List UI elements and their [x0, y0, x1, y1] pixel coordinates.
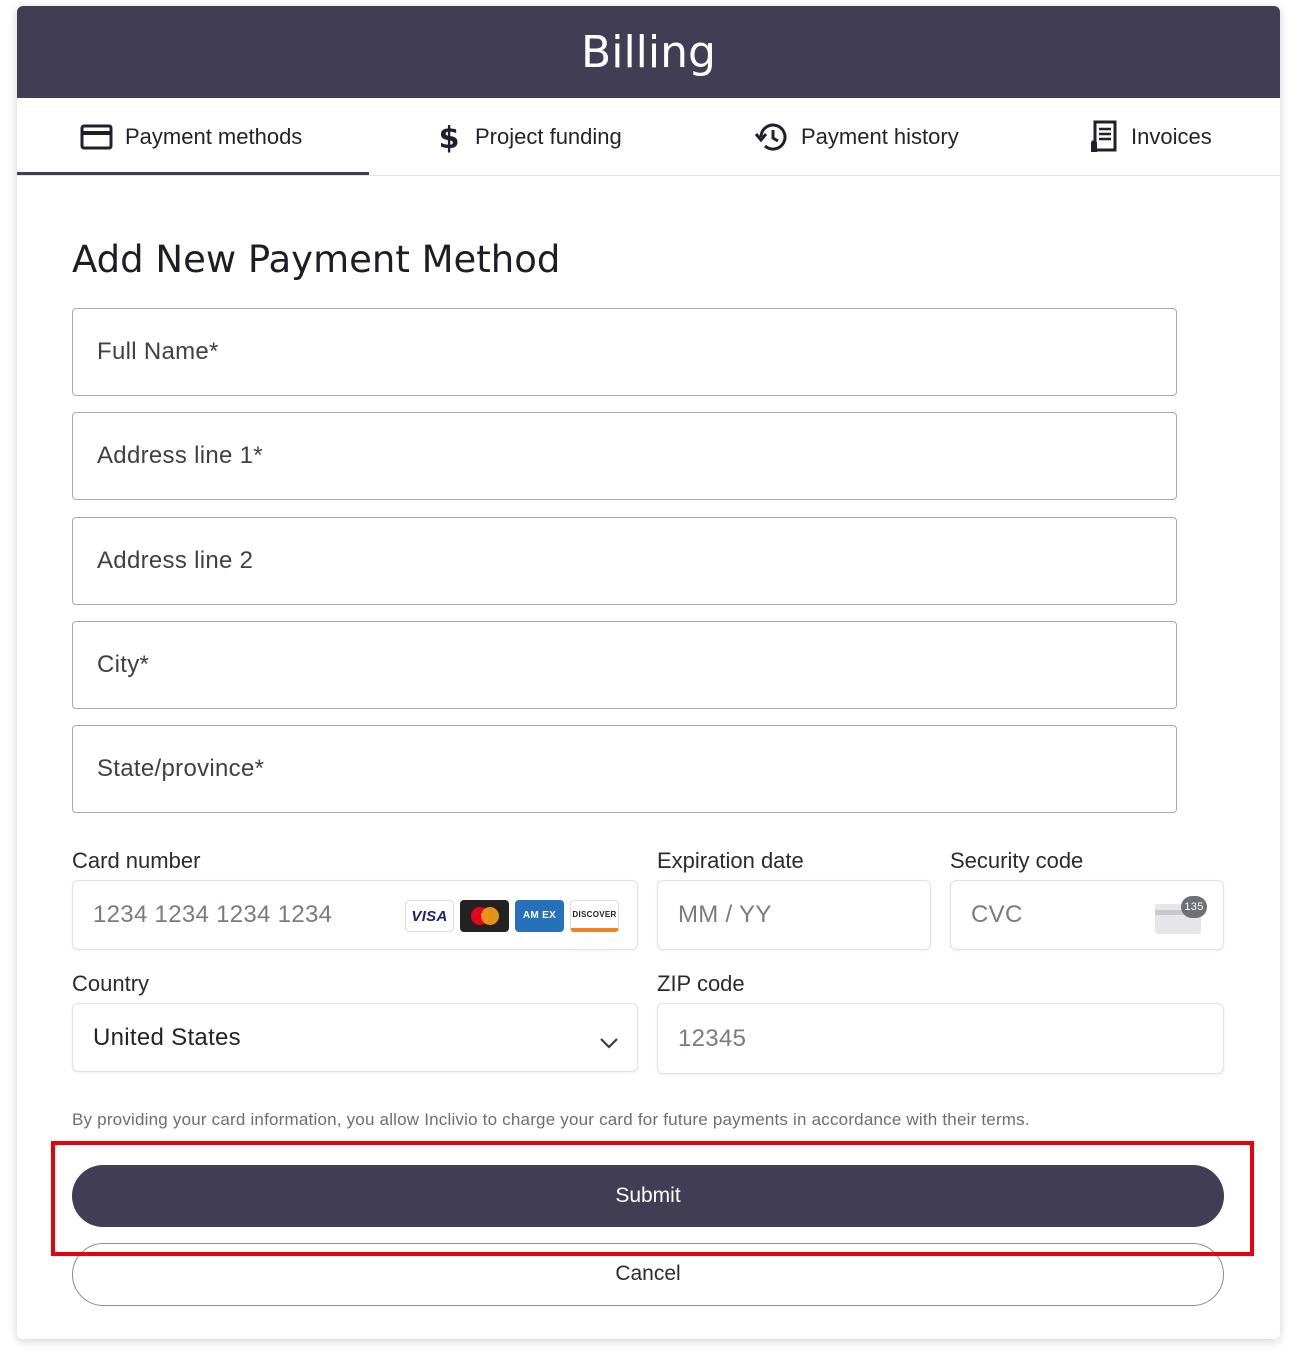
card-number-label: Card number	[72, 848, 201, 873]
zip-code-label: ZIP code	[657, 971, 745, 996]
tab-payment-history[interactable]: Payment history	[753, 98, 959, 175]
expiration-date-label: Expiration date	[657, 848, 804, 873]
page-title: Billing	[581, 26, 716, 78]
state-province-placeholder: State/province*	[97, 755, 265, 782]
svg-text:$: $	[439, 121, 460, 154]
city-field[interactable]: City*	[72, 621, 1177, 709]
full-name-field[interactable]: Full Name*	[72, 308, 1177, 396]
submit-button[interactable]: Submit	[72, 1165, 1224, 1227]
dollar-icon: $	[435, 120, 463, 154]
cvc-card-icon: 135	[1155, 896, 1207, 934]
card-disclaimer: By providing your card information, you …	[72, 1110, 1030, 1129]
cvc-placeholder: CVC	[971, 901, 1023, 928]
country-select[interactable]: United States	[72, 1003, 638, 1072]
address-line1-field[interactable]: Address line 1*	[72, 412, 1177, 500]
tab-invoices[interactable]: Invoices	[1089, 98, 1212, 175]
visa-logo: VISA	[405, 900, 454, 932]
mastercard-logo	[460, 900, 509, 932]
billing-panel: Billing Payment methods $ Project fundin…	[17, 6, 1280, 1339]
cancel-button[interactable]: Cancel	[72, 1243, 1224, 1306]
tab-label: Payment methods	[125, 123, 303, 149]
discover-logo: DISCOVER	[570, 900, 619, 932]
card-number-placeholder: 1234 1234 1234 1234	[93, 901, 333, 928]
tab-project-funding[interactable]: $ Project funding	[435, 98, 622, 175]
billing-header: Billing	[17, 6, 1280, 98]
address-line2-placeholder: Address line 2	[97, 547, 254, 574]
tab-payment-methods[interactable]: Payment methods	[80, 98, 302, 175]
expiration-date-input[interactable]: MM / YY	[657, 880, 931, 950]
chevron-down-icon	[599, 1029, 619, 1057]
tab-label: Project funding	[475, 123, 622, 149]
card-number-input[interactable]: 1234 1234 1234 1234 VISA AM EX DISCOVER	[72, 880, 638, 950]
security-code-input[interactable]: CVC 135	[950, 880, 1224, 950]
form-title: Add New Payment Method	[72, 238, 561, 281]
receipt-icon	[1089, 120, 1119, 154]
tab-label: Payment history	[801, 123, 959, 149]
security-code-label: Security code	[950, 848, 1084, 873]
city-placeholder: City*	[97, 651, 150, 678]
expiration-placeholder: MM / YY	[678, 901, 772, 928]
amex-logo: AM EX	[515, 900, 564, 932]
history-icon	[753, 120, 789, 154]
billing-tabs: Payment methods $ Project funding Paymen…	[17, 98, 1280, 176]
zip-code-input[interactable]: 12345	[657, 1003, 1224, 1074]
country-value: United States	[93, 1023, 241, 1051]
card-brands: VISA AM EX DISCOVER	[405, 900, 619, 932]
credit-card-icon	[80, 124, 113, 150]
address-line1-placeholder: Address line 1*	[97, 442, 263, 469]
cvc-badge: 135	[1181, 896, 1207, 918]
country-label: Country	[72, 971, 150, 996]
full-name-placeholder: Full Name*	[97, 338, 219, 365]
discover-text: DISCOVER	[572, 910, 617, 919]
amex-text: AM EX	[522, 910, 557, 921]
visa-text: VISA	[411, 907, 448, 925]
zip-placeholder: 12345	[678, 1024, 747, 1052]
active-tab-indicator	[17, 172, 369, 175]
address-line2-field[interactable]: Address line 2	[72, 517, 1177, 605]
tab-label: Invoices	[1131, 123, 1212, 149]
state-province-field[interactable]: State/province*	[72, 725, 1177, 813]
